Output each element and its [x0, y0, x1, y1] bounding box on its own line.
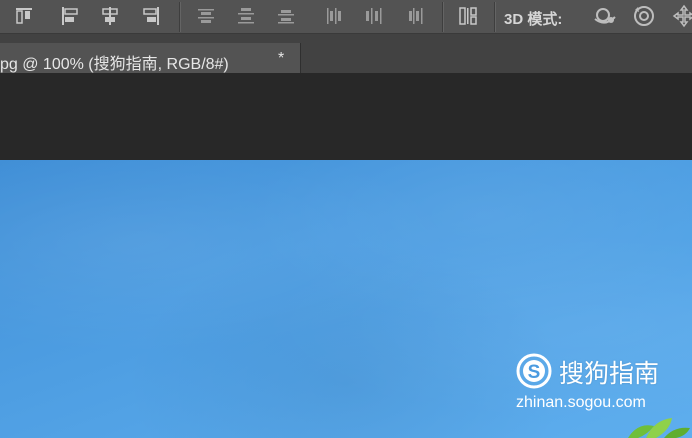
distribute-right-edges-icon[interactable]: [404, 4, 428, 28]
pasteboard: [0, 73, 692, 160]
watermark-url: zhinan.sogou.com: [516, 394, 646, 411]
document-tab-title: pg @ 100% (搜狗指南, RGB/8#): [0, 56, 229, 73]
align-horizontal-centers-icon[interactable]: [98, 4, 122, 28]
distribute-top-edges-icon[interactable]: [194, 4, 218, 28]
auto-align-layers-icon[interactable]: [456, 4, 480, 28]
3d-roll-icon[interactable]: [632, 4, 656, 28]
document-tab[interactable]: pg @ 100% (搜狗指南, RGB/8#) *: [0, 43, 301, 73]
document-canvas[interactable]: S 搜狗指南 zhinan.sogou.com: [0, 160, 692, 438]
svg-text:S: S: [528, 362, 541, 383]
leaf-decoration-icon: [628, 418, 690, 438]
align-top-edges-icon[interactable]: [12, 4, 36, 28]
distribute-horizontal-centers-icon[interactable]: [362, 4, 386, 28]
distribute-bottom-edges-icon[interactable]: [274, 4, 298, 28]
align-right-edges-icon[interactable]: [139, 4, 163, 28]
document-tab-bar: pg @ 100% (搜狗指南, RGB/8#) *: [0, 34, 692, 73]
3d-orbit-icon[interactable]: [590, 4, 620, 28]
distribute-left-edges-icon[interactable]: [322, 4, 346, 28]
document-tab-close[interactable]: *: [278, 50, 284, 68]
toolbar-separator: [494, 2, 496, 32]
3d-pan-icon[interactable]: [672, 4, 692, 28]
options-bar: 3D 模式:: [0, 0, 692, 34]
watermark-name: 搜狗指南: [559, 360, 660, 388]
toolbar-separator: [442, 2, 444, 32]
sogou-logo-icon: S: [516, 353, 552, 389]
distribute-vertical-centers-icon[interactable]: [234, 4, 258, 28]
toolbar-separator: [179, 2, 181, 32]
align-left-edges-icon[interactable]: [58, 4, 82, 28]
3d-mode-label: 3D 模式:: [504, 11, 563, 28]
